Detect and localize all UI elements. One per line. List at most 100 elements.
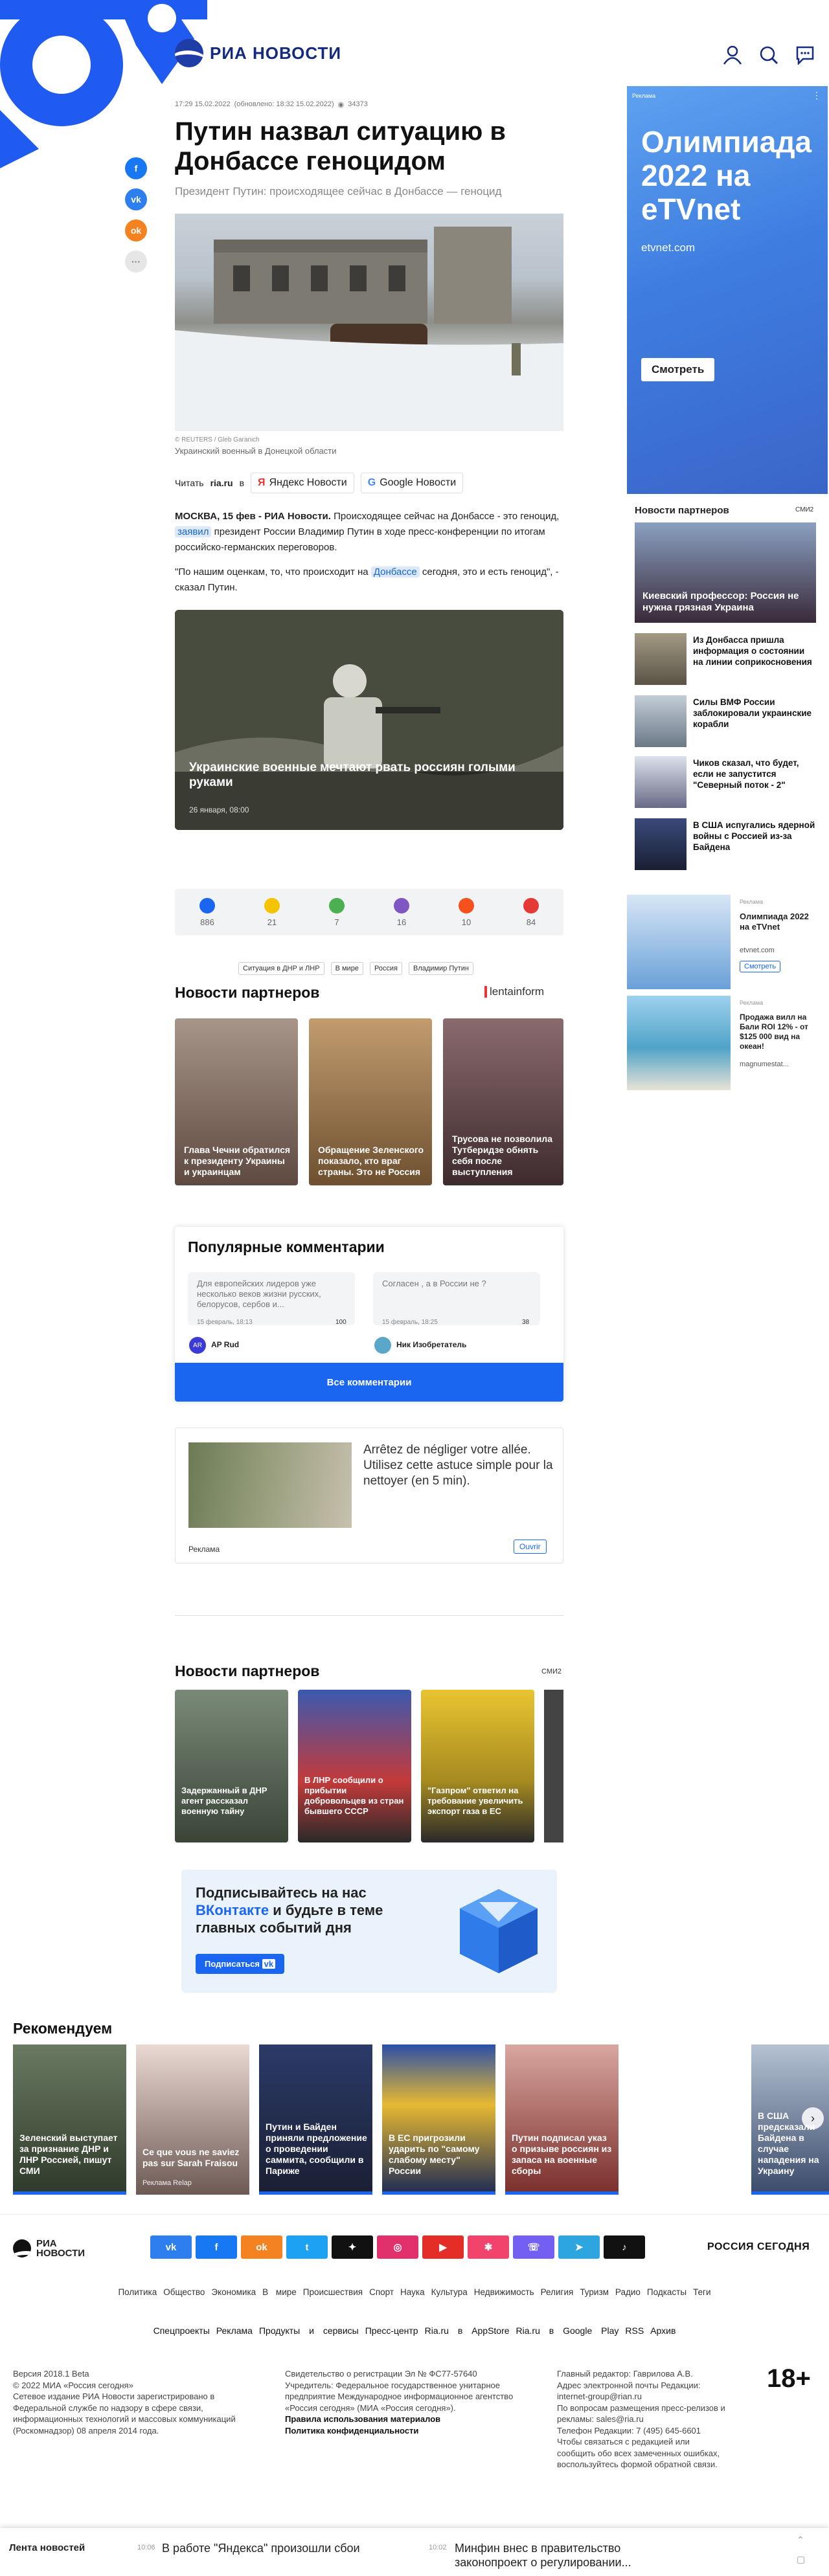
sidebar-mini-ad[interactable]: Реклама Олимпиада 2022 на eTVnet etvnet.… (627, 895, 821, 992)
chat-icon[interactable] (794, 44, 816, 66)
footer-menu-item[interactable]: Туризм (580, 2287, 609, 2297)
footer-menu-item[interactable]: Подкасты (647, 2287, 687, 2297)
sidebar-smi2[interactable]: СМИ2 (795, 506, 813, 513)
sidebar-ad-button[interactable]: Смотреть (641, 358, 715, 381)
google-news-button[interactable]: G Google Новости (360, 473, 464, 493)
ok-share-icon[interactable]: ok (125, 219, 147, 241)
partner-card[interactable]: Обращение Зеленского показало, кто враг … (309, 1018, 432, 1185)
comment-user[interactable]: Ник Изобретатель (396, 1340, 466, 1349)
footer-menu-item[interactable]: Культура (431, 2287, 468, 2297)
footer-menu-item[interactable]: Архив (650, 2325, 676, 2336)
footer-menu-item[interactable]: Наука (400, 2287, 425, 2297)
myworld-icon[interactable]: ✱ (468, 2235, 509, 2259)
footer-menu-item[interactable]: Ria.ru в AppStore (425, 2325, 510, 2336)
vk-icon[interactable]: vk (150, 2235, 192, 2259)
all-comments-button[interactable]: Все комментарии (175, 1363, 563, 1402)
instagram-icon[interactable]: ◎ (377, 2235, 418, 2259)
rossiya-segodnya-logo[interactable]: РОССИЯ СЕГОДНЯ (707, 2241, 810, 2253)
search-icon[interactable] (758, 44, 780, 66)
footer-menu-item[interactable]: Пресс-центр (365, 2325, 418, 2336)
footer-menu-item[interactable]: Политика (118, 2287, 157, 2297)
reaction-button[interactable]: 7 (329, 897, 345, 927)
tag-item[interactable]: В мире (330, 962, 363, 975)
partner-card[interactable]: Задержанный в ДНР агент рассказал военну… (175, 1690, 288, 1842)
link-donbass[interactable]: Донбассе (370, 566, 420, 577)
footer-menu-item[interactable]: Радио (615, 2287, 641, 2297)
partner-card-partial[interactable] (544, 1690, 563, 1842)
chat-bubble-icon[interactable]: ▢ (797, 2554, 805, 2565)
footer-menu-item[interactable]: Ria.ru в Google Play (516, 2325, 619, 2336)
partner-card[interactable]: "Газпром" ответил на требование увеличит… (421, 1690, 534, 1842)
link-zayavil[interactable]: заявил (175, 526, 212, 537)
footer-menu-item[interactable]: Продукты и сервисы (259, 2325, 359, 2336)
footer-menu-item[interactable]: Недвижимость (474, 2287, 534, 2297)
footer-menu-item[interactable]: RSS (625, 2325, 644, 2336)
comment-user[interactable]: AP Rud (211, 1340, 239, 1349)
recommend-card[interactable]: В ЕС пригрозили ударить по "самому слабо… (382, 2044, 495, 2195)
facebook-icon[interactable]: f (196, 2235, 237, 2259)
sidebar-mini-ad[interactable]: Реклама Продажа вилл на Бали ROI 12% - о… (627, 996, 821, 1093)
rules-link[interactable]: Правила использования материалов (285, 2414, 544, 2425)
recommend-card[interactable]: Зеленский выступает за признание ДНР и Л… (13, 2044, 126, 2195)
article-photo[interactable] (175, 214, 563, 431)
site-logo[interactable]: РИА НОВОСТИ (175, 39, 341, 67)
more-share-icon[interactable]: ··· (125, 251, 147, 273)
sidebar-partner[interactable]: Чиков сказал, что будет, если не запусти… (635, 756, 816, 808)
news-feed-item[interactable]: В работе "Яндекса" произошли сбои (162, 2541, 408, 2555)
footer-menu-item[interactable]: В мире (262, 2287, 297, 2297)
sidebar-partner-top[interactable]: Киевский профессор: Россия не нужна гряз… (635, 522, 816, 623)
footer-menu-item[interactable]: Теги (693, 2287, 710, 2297)
ad-open-button[interactable]: Ouvrir (514, 1540, 547, 1554)
partner-card[interactable]: В ЛНР сообщили о прибытии добровольцев и… (298, 1690, 411, 1842)
comment-card[interactable]: Для европейских лидеров уже несколько ве… (188, 1272, 355, 1325)
ok-icon[interactable]: ok (241, 2235, 282, 2259)
viber-icon[interactable]: ☏ (513, 2235, 554, 2259)
facebook-share-icon[interactable]: f (125, 157, 147, 179)
footer-menu-item[interactable]: Реклама (216, 2325, 253, 2336)
user-icon[interactable] (721, 44, 744, 66)
reaction-button[interactable]: 886 (199, 897, 215, 927)
smi2-brand[interactable]: СМИ2 (541, 1668, 562, 1675)
sidebar-partner[interactable]: В США испугались ядерной войны с Россией… (635, 818, 816, 870)
carousel-next-icon[interactable]: › (802, 2107, 824, 2129)
tag-item[interactable]: Ситуация в ДНР и ЛНР (238, 962, 324, 975)
sidebar-ad[interactable]: Реклама ⋮ Олимпиада 2022 на eTVnet etvne… (627, 86, 828, 494)
twitter-icon[interactable]: t (286, 2235, 328, 2259)
footer-menu-item[interactable]: Спецпроекты (153, 2325, 210, 2336)
yandex-news-button[interactable]: Я Яндекс Новости (251, 473, 354, 493)
footer-menu-item[interactable]: Происшествия (303, 2287, 363, 2297)
related-article-card[interactable]: Украинские военные мечтают рвать россиян… (175, 610, 563, 830)
chevron-up-icon[interactable]: ⌃ (797, 2535, 804, 2546)
telegram-icon[interactable]: ➤ (558, 2235, 600, 2259)
news-feed-item[interactable]: Минфин внес в правительство законопроект… (455, 2541, 662, 2570)
tiktok-icon[interactable]: ♪ (604, 2235, 645, 2259)
footer-menu-item[interactable]: Экономика (211, 2287, 256, 2297)
recommend-card[interactable]: Ce que vous ne saviez pas sur Sarah Frai… (136, 2044, 249, 2195)
reaction-button[interactable]: 10 (459, 897, 474, 927)
lentainform-brand[interactable]: lentainform (484, 985, 544, 998)
partner-card[interactable]: Трусова не позволила Тутберидзе обнять с… (443, 1018, 563, 1185)
reaction-button[interactable]: 21 (264, 897, 280, 927)
sidebar-partner[interactable]: Из Донбасса пришла информация о состояни… (635, 633, 816, 685)
news-feed-label[interactable]: Лента новостей (9, 2542, 85, 2553)
reaction-button[interactable]: 16 (394, 897, 409, 927)
footer-menu-item[interactable]: Религия (541, 2287, 574, 2297)
recommend-card[interactable]: Путин и Байден приняли предложение о про… (259, 2044, 372, 2195)
vk-share-icon[interactable]: vk (125, 188, 147, 210)
ad-block[interactable]: Arrêtez de négliger votre allée. Utilise… (175, 1428, 563, 1563)
comment-card[interactable]: Согласен , а в России не ? (373, 1272, 540, 1325)
recommend-card[interactable]: Путин подписал указ о призыве россиян из… (505, 2044, 619, 2195)
mini-ad-button[interactable]: Смотреть (740, 961, 781, 972)
footer-menu-item[interactable]: Спорт (369, 2287, 394, 2297)
subscribe-button[interactable]: Подписаться vk (196, 1954, 285, 1974)
yandex-zen-icon[interactable]: ✦ (332, 2235, 373, 2259)
footer-logo[interactable]: РИА НОВОСТИ (13, 2239, 88, 2258)
footer-menu-item[interactable]: Общество (163, 2287, 205, 2297)
more-icon[interactable]: ⋮ (812, 90, 821, 101)
partner-card[interactable]: Глава Чечни обратился к президенту Украи… (175, 1018, 298, 1185)
reaction-button[interactable]: 84 (523, 897, 539, 927)
tag-item[interactable]: Россия (369, 962, 403, 975)
youtube-icon[interactable]: ▶ (422, 2235, 464, 2259)
privacy-link[interactable]: Политика конфиденциальности (285, 2425, 544, 2437)
sidebar-partner[interactable]: Силы ВМФ России заблокировали украинские… (635, 695, 816, 747)
